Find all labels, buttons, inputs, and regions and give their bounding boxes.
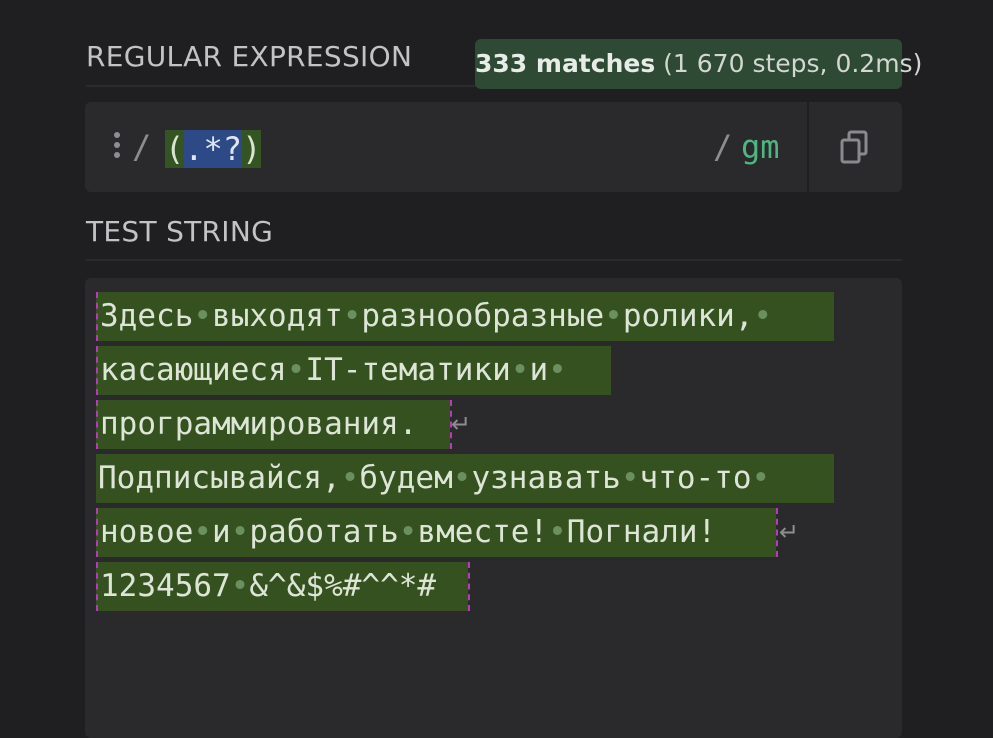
- regex-flags[interactable]: gm: [741, 128, 780, 166]
- test-line: Подписывайся,•будем•узнавать•что-то•: [96, 454, 834, 503]
- match-count: 333 matches: [475, 49, 656, 78]
- test-line-text: программирования.: [100, 406, 418, 442]
- test-line: 1234567•&^&$%#^^*#: [96, 562, 470, 611]
- newline-marker-icon: ↵: [779, 518, 800, 546]
- test-string-editor[interactable]: Здесь•выходят•разнообразные•ролики,• кас…: [85, 278, 902, 738]
- regex-group-close: ): [242, 130, 262, 168]
- regex-group-inner: .*?: [184, 130, 243, 168]
- regex-group-open: (: [165, 130, 185, 168]
- copy-button[interactable]: [809, 102, 902, 192]
- regex-close-delimiter: /: [713, 128, 733, 166]
- test-string-section-title: TEST STRING: [86, 215, 274, 248]
- regex-open-delimiter: /: [132, 128, 152, 166]
- test-line: программирования.: [96, 400, 452, 449]
- match-steps: (1 670 steps, 0.2ms): [663, 49, 923, 78]
- test-line-text: касающиеся•IT-тематики•и•: [100, 352, 567, 388]
- regex-section-title: REGULAR EXPRESSION: [86, 40, 413, 73]
- test-line: касающиеся•IT-тематики•и•: [96, 346, 611, 395]
- test-line: Здесь•выходят•разнообразные•ролики,•: [96, 292, 834, 341]
- copy-icon: [840, 130, 868, 164]
- test-line-text: Здесь•выходят•разнообразные•ролики,•: [100, 298, 773, 334]
- test-line: новое•и•работать•вместе!•Погнали!: [96, 508, 778, 557]
- newline-marker-icon: ↵: [451, 410, 472, 438]
- test-line-text: 1234567•&^&$%#^^*#: [100, 568, 437, 604]
- test-line-text: новое•и•работать•вместе!•Погнали!: [100, 514, 717, 550]
- regex-input[interactable]: (.*?): [165, 130, 262, 168]
- test-line-text: Подписывайся,•будем•узнавать•что-то•: [98, 460, 771, 496]
- regex-input-box: / (.*?) / gm: [85, 102, 902, 192]
- section-divider: [86, 259, 902, 261]
- kebab-menu-icon[interactable]: [111, 132, 121, 160]
- match-info-badge[interactable]: 333 matches (1 670 steps, 0.2ms): [475, 39, 922, 89]
